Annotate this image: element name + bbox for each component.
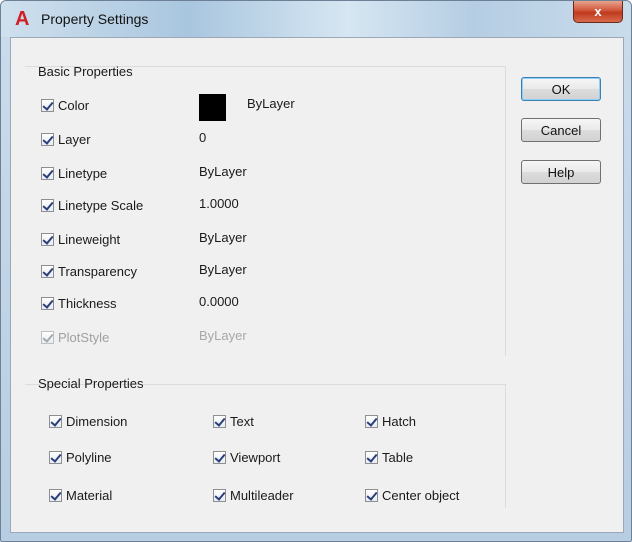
transparency-checkbox-row[interactable]: Transparency [41,262,137,280]
viewport-label: Viewport [230,449,281,465]
multileader-label: Multileader [230,487,294,503]
material-checkbox-row[interactable]: Material [49,486,112,504]
transparency-checkbox[interactable] [41,264,54,278]
material-label: Material [66,487,113,503]
help-button[interactable]: Help [521,160,601,184]
polyline-label: Polyline [66,449,112,465]
color-checkbox-row[interactable]: Color [41,96,89,114]
transparency-value: ByLayer [199,262,247,277]
thickness-value: 0.0000 [199,294,239,309]
dimension-label: Dimension [66,413,128,429]
cancel-button[interactable]: Cancel [521,118,601,142]
close-button[interactable]: x [573,1,623,23]
layer-checkbox[interactable] [41,132,54,146]
table-label: Table [382,449,414,465]
linetype-scale-value: 1.0000 [199,196,239,211]
linetype-scale-label: Linetype Scale [58,197,144,213]
hatch-checkbox-row[interactable]: Hatch [365,412,416,430]
lineweight-checkbox[interactable] [41,232,54,246]
center-object-label: Center object [382,487,460,503]
multileader-checkbox[interactable] [213,488,226,502]
linetype-checkbox[interactable] [41,166,54,180]
viewport-checkbox-row[interactable]: Viewport [213,448,280,466]
thickness-checkbox[interactable] [41,296,54,310]
thickness-label: Thickness [58,295,117,311]
plotstyle-checkbox-row: PlotStyle [41,328,109,346]
title-bar[interactable]: A Property Settings x [1,1,631,37]
material-checkbox[interactable] [49,488,62,502]
linetype-scale-checkbox[interactable] [41,198,54,212]
table-checkbox[interactable] [365,450,378,464]
special-properties-heading: Special Properties [38,376,144,391]
table-checkbox-row[interactable]: Table [365,448,413,466]
transparency-label: Transparency [58,263,137,279]
plotstyle-checkbox [41,330,54,344]
dimension-checkbox[interactable] [49,414,62,428]
dimension-checkbox-row[interactable]: Dimension [49,412,127,430]
autocad-a-icon: A [15,8,30,30]
layer-label: Layer [58,131,91,147]
center-object-checkbox-row[interactable]: Center object [365,486,459,504]
linetype-checkbox-row[interactable]: Linetype [41,164,107,182]
plotstyle-value: ByLayer [199,328,247,343]
text-checkbox-row[interactable]: Text [213,412,254,430]
layer-checkbox-row[interactable]: Layer [41,130,91,148]
text-checkbox[interactable] [213,414,226,428]
lineweight-label: Lineweight [58,231,121,247]
text-label: Text [230,413,254,429]
ok-button[interactable]: OK [521,77,601,101]
linetype-value: ByLayer [199,164,247,179]
hatch-checkbox[interactable] [365,414,378,428]
plotstyle-label: PlotStyle [58,329,110,345]
lineweight-value: ByLayer [199,230,247,245]
color-label: Color [58,97,90,113]
color-swatch [199,94,226,121]
color-value: ByLayer [247,96,295,111]
linetype-scale-checkbox-row[interactable]: Linetype Scale [41,196,143,214]
basic-properties-heading: Basic Properties [38,64,133,79]
property-settings-dialog: A Property Settings x Basic Properties C… [0,0,632,542]
hatch-label: Hatch [382,413,416,429]
dialog-title: Property Settings [41,11,149,27]
polyline-checkbox[interactable] [49,450,62,464]
lineweight-checkbox-row[interactable]: Lineweight [41,230,120,248]
center-object-checkbox[interactable] [365,488,378,502]
polyline-checkbox-row[interactable]: Polyline [49,448,112,466]
color-checkbox[interactable] [41,98,54,112]
multileader-checkbox-row[interactable]: Multileader [213,486,294,504]
thickness-checkbox-row[interactable]: Thickness [41,294,117,312]
dialog-body: Basic Properties Color ByLayer Layer 0 L… [10,37,624,533]
layer-value: 0 [199,130,207,145]
viewport-checkbox[interactable] [213,450,226,464]
linetype-label: Linetype [58,165,108,181]
